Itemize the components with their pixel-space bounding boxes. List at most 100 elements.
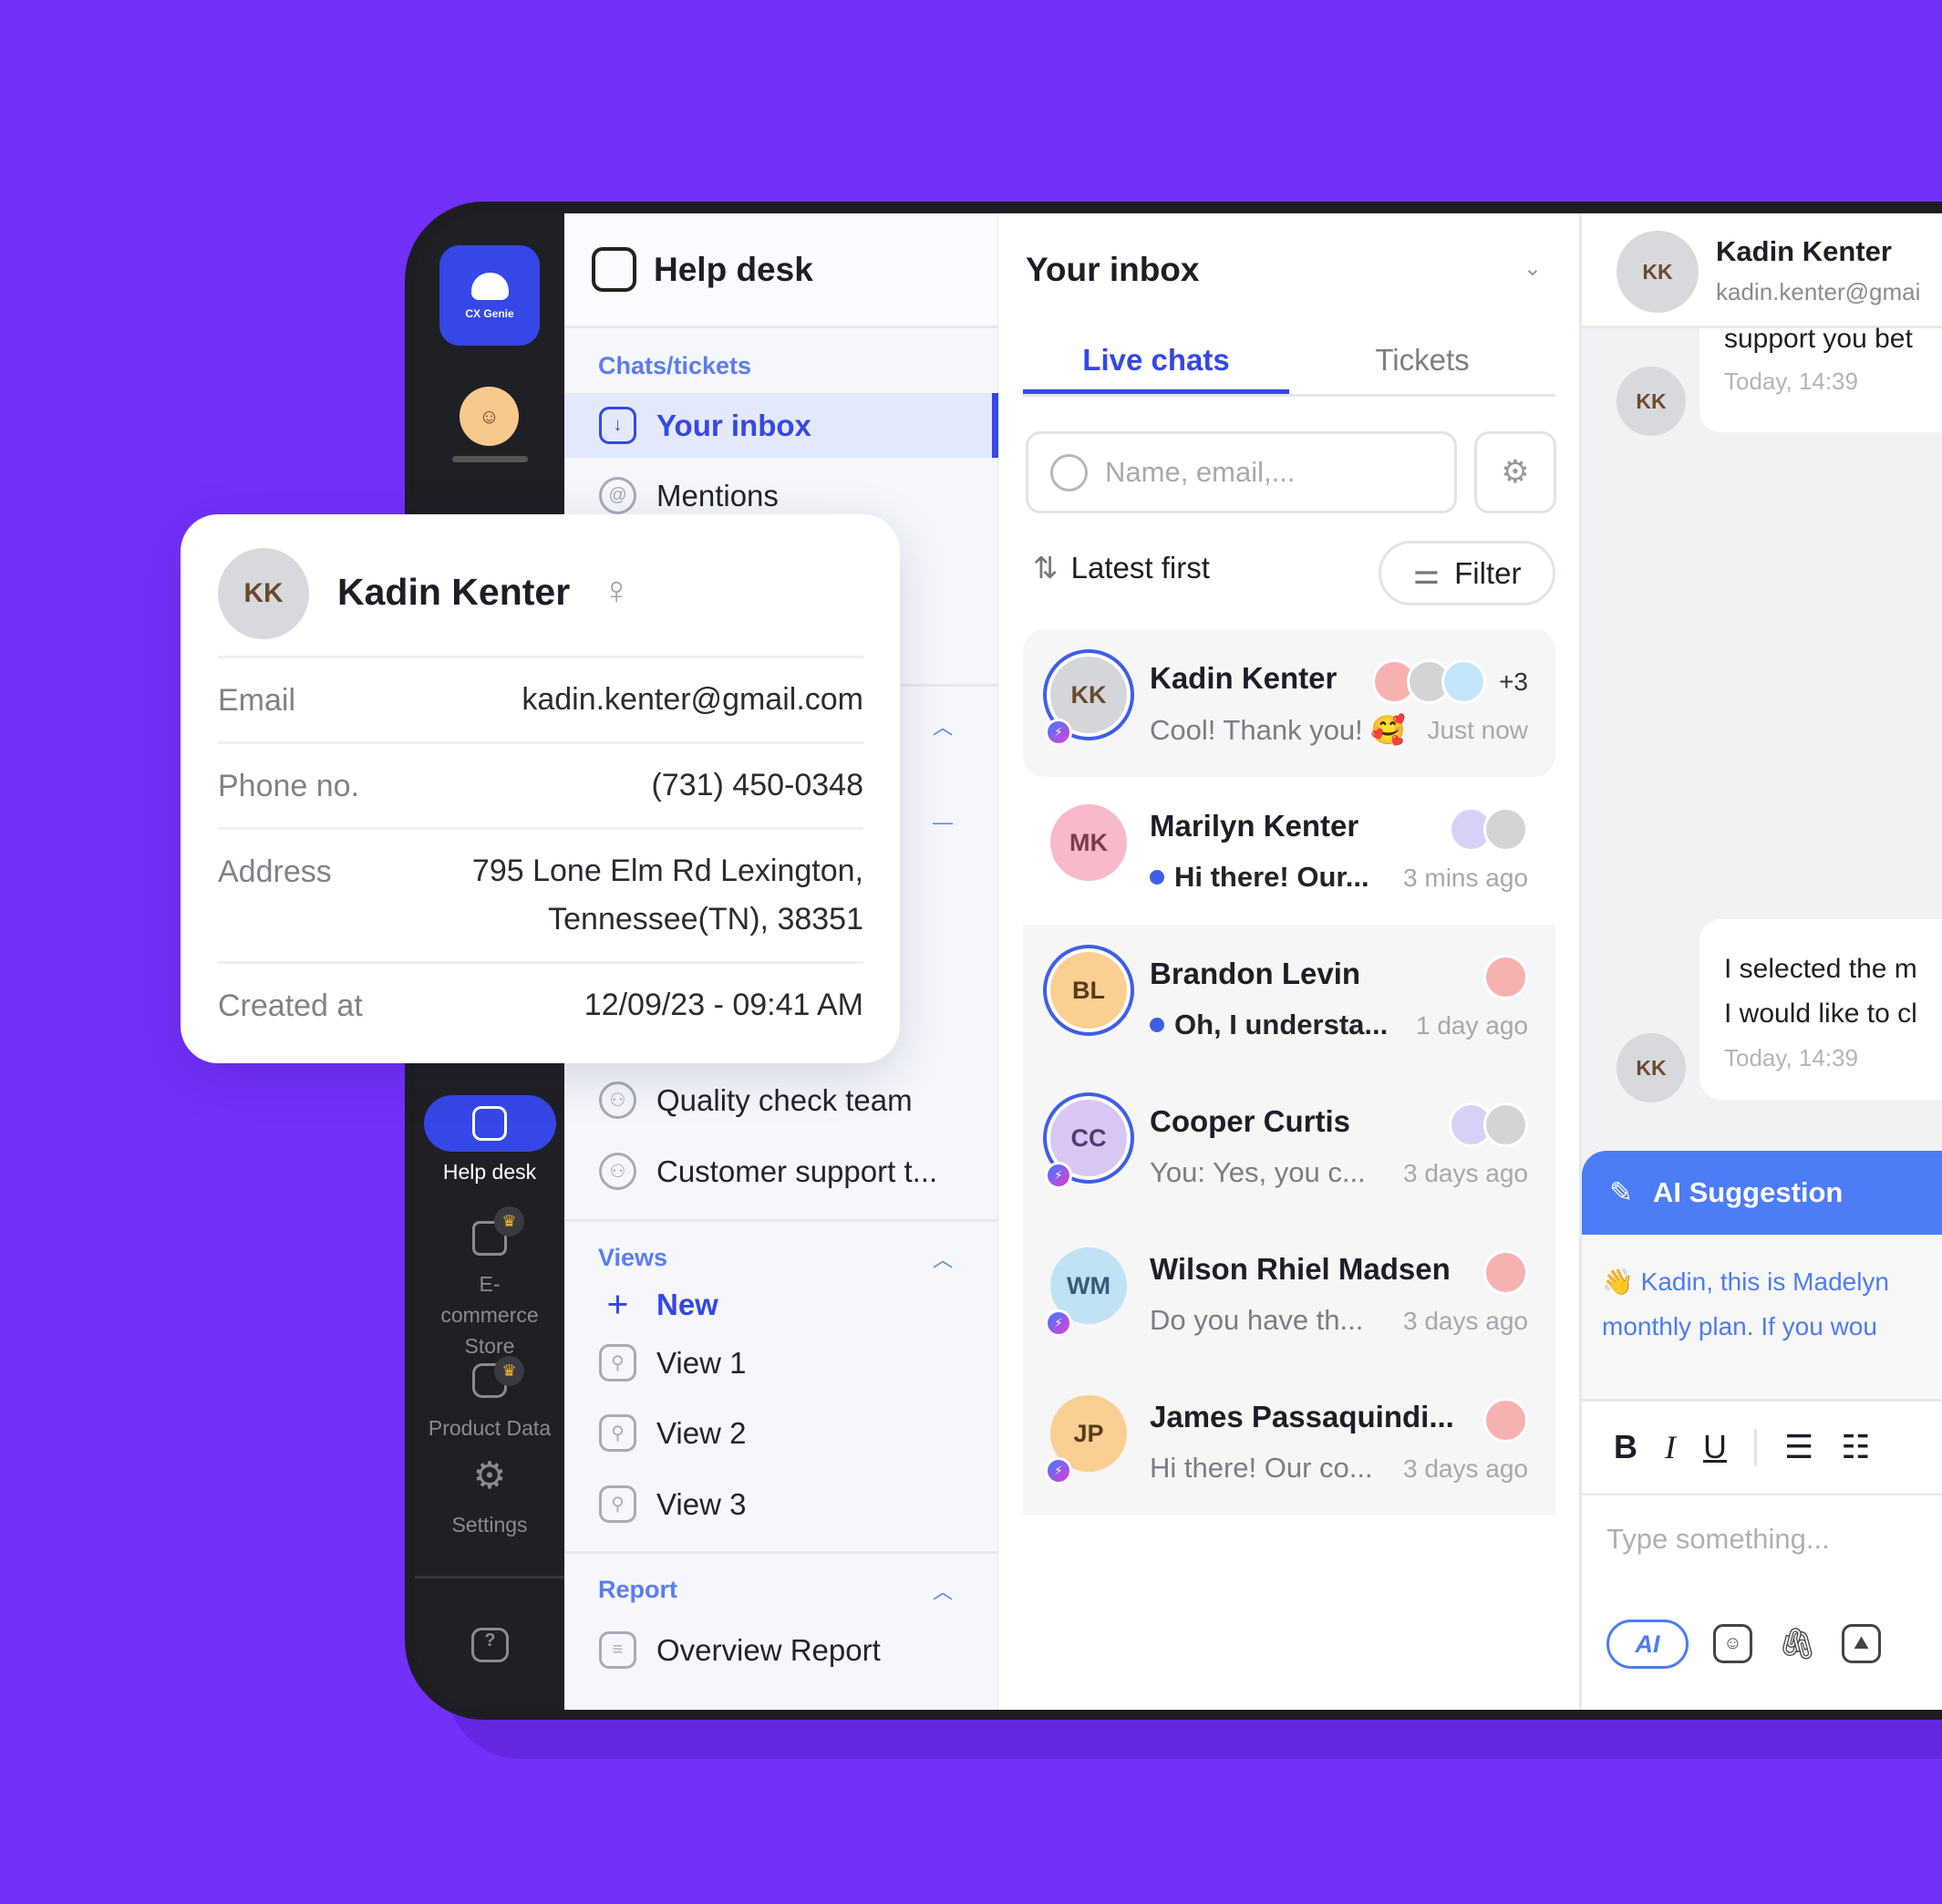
chevron-up-icon[interactable]: ︿	[933, 1576, 953, 1605]
field-label: Phone no.	[218, 769, 360, 803]
nav-item-view[interactable]: ⚲ View 3	[564, 1472, 998, 1537]
conversation-row[interactable]: MK Marilyn Kenter Hi there! Our... 3 min…	[1023, 777, 1555, 925]
search-icon	[1050, 453, 1088, 492]
bold-button[interactable]: B	[1614, 1428, 1637, 1466]
numbered-list-icon[interactable]: ☷	[1841, 1428, 1870, 1466]
rail-item-settings[interactable]: ⚙ Settings	[415, 1454, 564, 1540]
search-input[interactable]: Name, email,...	[1026, 431, 1457, 513]
logo-text: CX Genie	[465, 307, 514, 320]
tab-tickets[interactable]: Tickets	[1289, 332, 1555, 394]
inbox-title[interactable]: Your inbox	[1026, 251, 1199, 289]
ai-suggestion-text[interactable]: 👋 Kadin, this is Madelyn monthly plan. If…	[1582, 1235, 1942, 1399]
team-icon: ⚇	[599, 1081, 636, 1119]
section-chats: Chats/tickets	[598, 352, 752, 379]
ai-text-line: 👋 Kadin, this is Madelyn	[1602, 1268, 1889, 1296]
agent-avatar	[1483, 807, 1528, 852]
rail-item-product-data[interactable]: ♛ Product Data	[415, 1356, 564, 1444]
new-view-button[interactable]: + New	[564, 1272, 998, 1337]
image-icon[interactable]: ⛰	[1842, 1624, 1881, 1663]
ai-button[interactable]: AI	[1606, 1619, 1689, 1669]
field-label: Address	[218, 854, 332, 889]
message-preview: Cool! Thank you! 🥰	[1150, 714, 1406, 746]
genie-icon	[470, 273, 509, 300]
nav-item-view[interactable]: ⚲ View 1	[564, 1330, 998, 1395]
message-text: I selected the m	[1724, 954, 1917, 984]
conversation-row[interactable]: WM ⚡ Wilson Rhiel Madsen Do you have th..…	[1023, 1220, 1555, 1368]
message-preview: Hi there! Our...	[1150, 861, 1369, 894]
tab-live-chats[interactable]: Live chats	[1023, 332, 1289, 394]
contact-name: Kadin Kenter	[1150, 661, 1338, 695]
cx-genie-logo[interactable]: CX Genie	[439, 245, 540, 346]
magic-wand-icon: ✎	[1609, 1176, 1633, 1208]
italic-button[interactable]: I	[1665, 1428, 1676, 1466]
preview-text: Oh, I understa...	[1174, 1009, 1389, 1040]
chevron-up-icon[interactable]: ︿	[933, 1244, 953, 1273]
underline-button[interactable]: U	[1703, 1428, 1727, 1466]
sliders-icon: ⚲	[599, 1414, 636, 1452]
divider	[564, 1551, 998, 1554]
nav-item-team[interactable]: ⚇ Quality check team	[564, 1068, 998, 1133]
nav-item-view[interactable]: ⚲ View 2	[564, 1401, 998, 1465]
chat-contact-email: kadin.kenter@gmai	[1716, 278, 1921, 305]
helpdesk-icon	[592, 247, 636, 292]
message-bubble: I selected the m I would like to cl Toda…	[1699, 919, 1942, 1100]
avatar: BL	[1050, 952, 1127, 1029]
divider	[564, 1219, 998, 1222]
unread-dot	[1150, 1018, 1164, 1032]
female-icon: ♀	[602, 569, 632, 613]
crown-icon: ♛	[494, 1356, 524, 1386]
unread-dot	[1150, 870, 1164, 885]
settings-button[interactable]: ⚙	[1474, 431, 1556, 513]
rail-item-help-desk[interactable]: Help desk	[415, 1095, 564, 1187]
user-avatar[interactable]: ☺	[460, 387, 519, 446]
emoji-icon[interactable]: ☺	[1713, 1624, 1752, 1663]
message-bubble: support you bet Today, 14:39	[1699, 324, 1942, 432]
conversation-row[interactable]: KK ⚡ Kadin Kenter +3 Cool! Thank you! 🥰 J…	[1023, 629, 1555, 777]
section-report: Report	[598, 1576, 677, 1603]
ai-suggestion-title: AI Suggestion	[1652, 1176, 1844, 1208]
gear-icon: ⚙	[472, 1454, 507, 1496]
extra-agents-count: +3	[1499, 667, 1528, 696]
nav-item-your-inbox[interactable]: ↓ Your inbox	[564, 393, 998, 458]
report-icon: ≡	[599, 1631, 636, 1669]
preview-text: Hi there! Our...	[1174, 861, 1369, 893]
message-preview: Do you have th...	[1150, 1304, 1364, 1336]
message-preview: Hi there! Our co...	[1150, 1452, 1373, 1484]
filter-label: Filter	[1454, 555, 1522, 590]
agent-avatar	[1483, 955, 1528, 999]
contact-avatar: KK	[1617, 367, 1686, 436]
conversation-row[interactable]: CC ⚡ Cooper Curtis You: Yes, you c... 3 d…	[1023, 1072, 1555, 1220]
contact-avatar: KK	[218, 548, 309, 639]
rail-label: E-commerce Store	[440, 1272, 539, 1358]
rail-label: Settings	[451, 1513, 528, 1537]
field-value[interactable]: kadin.kenter@gmail.com	[522, 676, 863, 741]
sort-button[interactable]: ⇅ Latest first	[1033, 550, 1210, 585]
ai-suggestion-header[interactable]: ✎ AI Suggestion	[1582, 1151, 1942, 1235]
conversation-row[interactable]: JP ⚡ James Passaquindi... Hi there! Our c…	[1023, 1368, 1555, 1516]
conversation-row[interactable]: BL Brandon Levin Oh, I understa... 1 day…	[1023, 925, 1555, 1072]
message-text: support you bet	[1724, 324, 1913, 354]
filter-button[interactable]: ⚌ Filter	[1379, 541, 1555, 605]
field-value[interactable]: (731) 450-0348	[651, 761, 863, 827]
plus-icon: +	[606, 1283, 629, 1325]
help-icon[interactable]: ?	[471, 1628, 509, 1662]
nav-item-team[interactable]: ⚇ Customer support t...	[564, 1139, 998, 1204]
attachment-icon[interactable]: 🖇	[1778, 1624, 1817, 1663]
message-composer[interactable]: Type something... AI ☺ 🖇 ⛰	[1582, 1495, 1942, 1710]
rail-item-ecommerce[interactable]: ♛ E-commerce Store	[415, 1206, 564, 1361]
team-icon: ⚇	[599, 1153, 636, 1190]
nav-label: View 3	[656, 1486, 747, 1521]
contact-name: Kadin Kenter	[337, 571, 571, 613]
sliders-icon: ⚲	[599, 1344, 636, 1381]
chevron-down-icon[interactable]: ⌄	[1524, 255, 1542, 282]
nav-item-overview-report[interactable]: ≡ Overview Report	[564, 1618, 998, 1682]
bullet-list-icon[interactable]: ☰	[1784, 1428, 1813, 1466]
format-toolbar: B I U ☰ ☷	[1582, 1399, 1942, 1495]
agent-avatars	[1483, 1398, 1528, 1443]
chevron-up-icon[interactable]: ︿	[933, 711, 953, 740]
field-value[interactable]: 795 Lone Elm Rd Lexington, Tennessee(TN),…	[472, 847, 863, 961]
agent-avatars	[1483, 1250, 1528, 1295]
agent-avatars	[1449, 1102, 1528, 1147]
collapse-icon[interactable]: —	[933, 811, 953, 834]
field-label: Email	[218, 683, 296, 718]
